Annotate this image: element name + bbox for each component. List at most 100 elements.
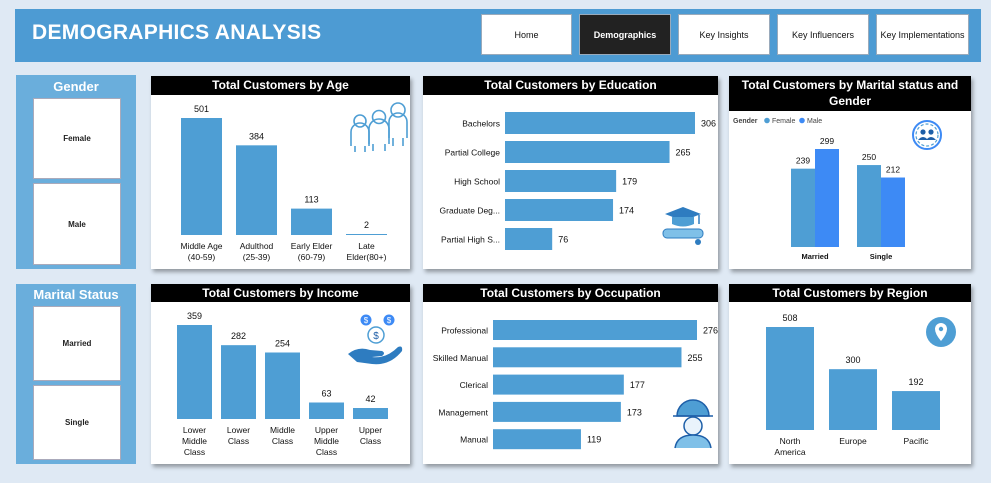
header-bar: DEMOGRAPHICS ANALYSIS Home Demographics … xyxy=(15,9,981,62)
couple-icon xyxy=(912,120,942,150)
data-label-income-3: 63 xyxy=(321,389,331,399)
tick-label-income-0-2: Class xyxy=(184,447,205,457)
nav-key-insights-button[interactable]: Key Insights xyxy=(678,14,770,55)
data-label-occupation-0: 276 xyxy=(703,326,718,336)
tick-label-income-1-1: Class xyxy=(228,436,249,446)
bar-marital-1-1 xyxy=(881,177,905,247)
bar-education-2 xyxy=(505,170,617,192)
worker-icon xyxy=(673,399,713,449)
tick-label-income-4-0: Upper xyxy=(359,425,382,435)
tick-label-occupation-3: Management xyxy=(438,407,488,417)
marital-slicer-title: Marital Status xyxy=(33,287,119,302)
tick-label-age-1-0: Adulthod xyxy=(240,241,274,251)
svg-text:$: $ xyxy=(364,316,369,325)
tick-label-income-3-1: Middle xyxy=(314,436,339,446)
data-label-marital-0-1: 299 xyxy=(820,136,834,146)
tick-label-income-1-0: Lower xyxy=(227,425,250,435)
people-group-icon xyxy=(350,102,408,152)
tick-label-education-2: High School xyxy=(454,177,500,187)
marital-option-single[interactable]: Single xyxy=(33,385,121,460)
tick-label-income-2-0: Middle xyxy=(270,425,295,435)
nav-demographics-button[interactable]: Demographics xyxy=(579,14,671,55)
bar-occupation-0 xyxy=(493,320,697,340)
data-label-marital-1-1: 212 xyxy=(886,165,900,175)
tick-label-region-0-0: North xyxy=(780,436,801,446)
tick-label-income-3-2: Class xyxy=(316,447,337,457)
tick-label-income-0-0: Lower xyxy=(183,425,206,435)
tick-label-age-1-1: (25-39) xyxy=(243,252,271,262)
data-label-income-1: 282 xyxy=(231,331,246,341)
data-label-education-0: 306 xyxy=(701,119,716,129)
bar-education-1 xyxy=(505,141,670,163)
bar-income-0 xyxy=(177,325,212,419)
data-label-occupation-3: 173 xyxy=(627,407,642,417)
region-chart: 508 NorthAmerica 300 Europe 192 Pacific xyxy=(766,313,956,457)
legend-label-0: Female xyxy=(772,118,795,125)
data-label-region-2: 192 xyxy=(908,377,923,387)
education-chart-card: Total Customers by Education 306 Bachelor… xyxy=(423,76,718,269)
gender-option-female[interactable]: Female xyxy=(33,98,121,179)
tick-label-education-3: Graduate Deg... xyxy=(440,206,500,216)
data-label-occupation-4: 119 xyxy=(587,435,601,445)
tick-label-income-3-0: Upper xyxy=(315,425,338,435)
tick-label-region-0-1: America xyxy=(774,447,805,457)
data-label-occupation-2: 177 xyxy=(630,380,645,390)
tick-label-marital-1: Single xyxy=(870,252,893,261)
bar-education-3 xyxy=(505,199,614,221)
occupation-chart-card: Total Customers by Occupation 276 Profess… xyxy=(423,284,718,464)
data-label-education-3: 174 xyxy=(619,206,634,216)
tick-label-income-4-1: Class xyxy=(360,436,381,446)
bar-education-0 xyxy=(505,112,695,134)
tick-label-education-0: Bachelors xyxy=(462,119,500,129)
gender-slicer: Gender Female Male xyxy=(16,75,136,269)
gender-option-male[interactable]: Male xyxy=(33,183,121,265)
tick-label-age-0-1: (40-59) xyxy=(188,252,216,262)
data-label-education-4: 76 xyxy=(558,235,568,245)
bar-region-0 xyxy=(766,327,814,430)
bar-marital-0-1 xyxy=(815,149,839,247)
nav-key-implementations-button[interactable]: Key Implementations xyxy=(876,14,969,55)
tick-label-education-4: Partial High S... xyxy=(441,235,500,245)
bar-age-1 xyxy=(236,145,277,235)
tick-label-marital-0: Married xyxy=(801,252,829,261)
data-label-age-1: 384 xyxy=(249,131,264,141)
nav-home-button[interactable]: Home xyxy=(481,14,572,55)
data-label-marital-1-0: 250 xyxy=(862,152,876,162)
bar-education-4 xyxy=(505,228,553,250)
svg-text:$: $ xyxy=(387,316,392,325)
tick-label-age-2-1: (60-79) xyxy=(298,252,326,262)
tick-label-age-0-0: Middle Age xyxy=(180,241,222,251)
legend-title: Gender xyxy=(733,118,758,125)
gender-slicer-title: Gender xyxy=(53,79,99,94)
data-label-age-3: 2 xyxy=(364,220,369,230)
nav-key-influencers-button[interactable]: Key Influencers xyxy=(777,14,869,55)
data-label-age-2: 113 xyxy=(304,195,318,205)
tick-label-occupation-4: Manual xyxy=(460,435,488,445)
bar-income-2 xyxy=(265,352,300,419)
occupation-chart: 276 Professional 255 Skilled Manual 177 Cleri… xyxy=(433,320,718,450)
bar-occupation-2 xyxy=(493,374,624,395)
income-chart: $ $ $ 359LowerMiddleClass282LowerClass25… xyxy=(177,311,403,457)
data-label-age-0: 501 xyxy=(194,104,209,114)
tick-label-occupation-0: Professional xyxy=(441,326,488,336)
money-hand-icon: $ $ $ xyxy=(348,314,403,365)
data-label-occupation-1: 255 xyxy=(687,353,702,363)
age-chart-card: Total Customers by Age 501 Middle Age (40-… xyxy=(151,76,410,269)
tick-label-occupation-1: Skilled Manual xyxy=(433,353,488,363)
tick-label-income-0-1: Middle xyxy=(182,436,207,446)
graduation-cap-icon xyxy=(662,207,704,245)
tick-label-income-2-1: Class xyxy=(272,436,293,446)
bar-income-3 xyxy=(309,402,344,419)
legend-label-1: Male xyxy=(807,118,822,125)
data-label-region-0: 508 xyxy=(782,313,797,323)
bar-occupation-3 xyxy=(493,401,621,422)
data-label-education-2: 179 xyxy=(622,177,637,187)
bar-region-1 xyxy=(829,369,877,430)
data-label-education-1: 265 xyxy=(676,148,691,158)
bar-income-4 xyxy=(353,408,388,419)
marital-option-married[interactable]: Married xyxy=(33,306,121,381)
data-label-income-2: 254 xyxy=(275,338,290,348)
bar-occupation-4 xyxy=(493,429,581,450)
bar-marital-0-0 xyxy=(791,168,815,247)
education-chart: 306 Bachelors 265 Partial College 179 High Sc… xyxy=(440,112,716,250)
